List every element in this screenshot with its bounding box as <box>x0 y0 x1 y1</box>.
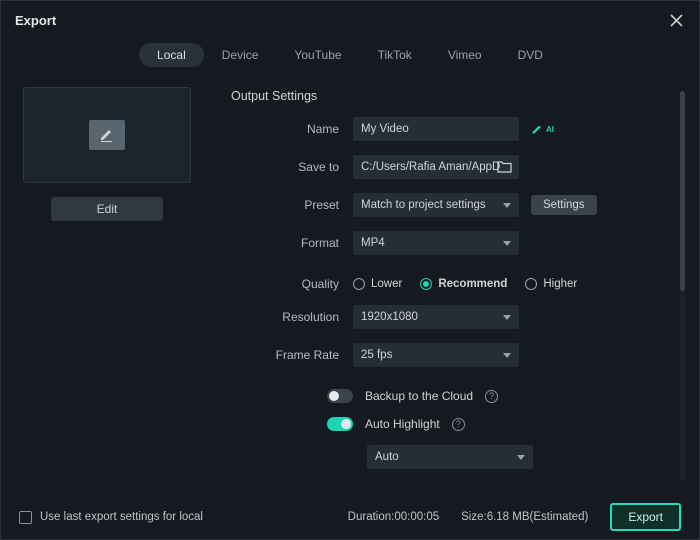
quality-recommend[interactable]: Recommend <box>420 278 507 290</box>
framerate-select[interactable]: 25 fps <box>353 343 519 367</box>
chevron-down-icon <box>503 241 511 246</box>
format-label: Format <box>231 236 353 250</box>
saveto-input[interactable]: C:/Users/Rafia Aman/AppData <box>353 155 519 179</box>
preview-column: Edit <box>23 83 209 495</box>
row-backup: Backup to the Cloud ? <box>327 389 687 403</box>
format-select[interactable]: MP4 <box>353 231 519 255</box>
quality-label: Quality <box>231 277 353 291</box>
ai-rename-icon[interactable]: AI <box>531 123 554 136</box>
help-icon[interactable]: ? <box>485 390 498 403</box>
pencil-icon <box>89 120 125 150</box>
saveto-label: Save to <box>231 160 353 174</box>
row-autohighlight: Auto Highlight ? <box>327 417 687 431</box>
chevron-down-icon <box>503 203 511 208</box>
row-framerate: Frame Rate 25 fps <box>231 343 687 367</box>
radio-icon <box>525 278 537 290</box>
row-resolution: Resolution 1920x1080 <box>231 305 687 329</box>
export-dialog: Export Local Device YouTube TikTok Vimeo… <box>0 0 700 540</box>
autohighlight-select[interactable]: Auto <box>367 445 533 469</box>
row-quality: Quality Lower Recommend Higher <box>231 277 687 291</box>
use-last-settings-checkbox[interactable]: Use last export settings for local <box>19 511 203 524</box>
duration-readout: Duration:00:00:05 <box>348 511 439 523</box>
scrollbar-thumb[interactable] <box>680 91 685 291</box>
checkbox-icon <box>19 511 32 524</box>
row-saveto: Save to C:/Users/Rafia Aman/AppData <box>231 155 687 179</box>
tab-tiktok[interactable]: TikTok <box>360 43 430 67</box>
name-label: Name <box>231 122 353 136</box>
preset-label: Preset <box>231 198 353 212</box>
autohighlight-label: Auto Highlight <box>365 417 440 431</box>
dialog-title: Export <box>15 13 56 28</box>
help-icon[interactable]: ? <box>452 418 465 431</box>
tab-dvd[interactable]: DVD <box>500 43 561 67</box>
row-autohighlight-mode: Auto <box>231 445 687 469</box>
edit-button[interactable]: Edit <box>51 197 163 221</box>
chevron-down-icon <box>517 455 525 460</box>
preset-select[interactable]: Match to project settings <box>353 193 519 217</box>
browse-folder-icon[interactable] <box>497 160 513 174</box>
name-input[interactable]: My Video <box>353 117 519 141</box>
framerate-label: Frame Rate <box>231 348 353 362</box>
dialog-body: Edit Output Settings Name My Video AI Sa… <box>1 77 699 495</box>
row-name: Name My Video AI <box>231 117 687 141</box>
section-title: Output Settings <box>231 89 687 103</box>
toggle-section: Backup to the Cloud ? Auto Highlight ? A… <box>231 389 687 469</box>
resolution-select[interactable]: 1920x1080 <box>353 305 519 329</box>
chevron-down-icon <box>503 315 511 320</box>
resolution-label: Resolution <box>231 310 353 324</box>
autohighlight-toggle[interactable] <box>327 417 353 431</box>
preset-settings-button[interactable]: Settings <box>531 195 597 215</box>
backup-toggle[interactable] <box>327 389 353 403</box>
titlebar: Export <box>1 1 699 35</box>
quality-lower[interactable]: Lower <box>353 278 402 290</box>
tab-device[interactable]: Device <box>204 43 277 67</box>
radio-icon <box>353 278 365 290</box>
export-meta: Duration:00:00:05 Size:6.18 MB(Estimated… <box>348 503 681 531</box>
tab-local[interactable]: Local <box>139 43 204 67</box>
settings-column: Output Settings Name My Video AI Save to… <box>209 83 687 495</box>
row-format: Format MP4 <box>231 231 687 255</box>
quality-radios: Lower Recommend Higher <box>353 278 577 290</box>
tab-vimeo[interactable]: Vimeo <box>430 43 500 67</box>
size-readout: Size:6.18 MB(Estimated) <box>461 511 588 523</box>
close-icon[interactable] <box>667 11 685 29</box>
quality-higher[interactable]: Higher <box>525 278 577 290</box>
video-preview[interactable] <box>23 87 191 183</box>
chevron-down-icon <box>503 353 511 358</box>
export-button[interactable]: Export <box>610 503 681 531</box>
dialog-footer: Use last export settings for local Durat… <box>1 495 699 539</box>
backup-label: Backup to the Cloud <box>365 389 473 403</box>
radio-icon <box>420 278 432 290</box>
tab-youtube[interactable]: YouTube <box>276 43 359 67</box>
export-tabs: Local Device YouTube TikTok Vimeo DVD <box>1 35 699 77</box>
row-preset: Preset Match to project settings Setting… <box>231 193 687 217</box>
